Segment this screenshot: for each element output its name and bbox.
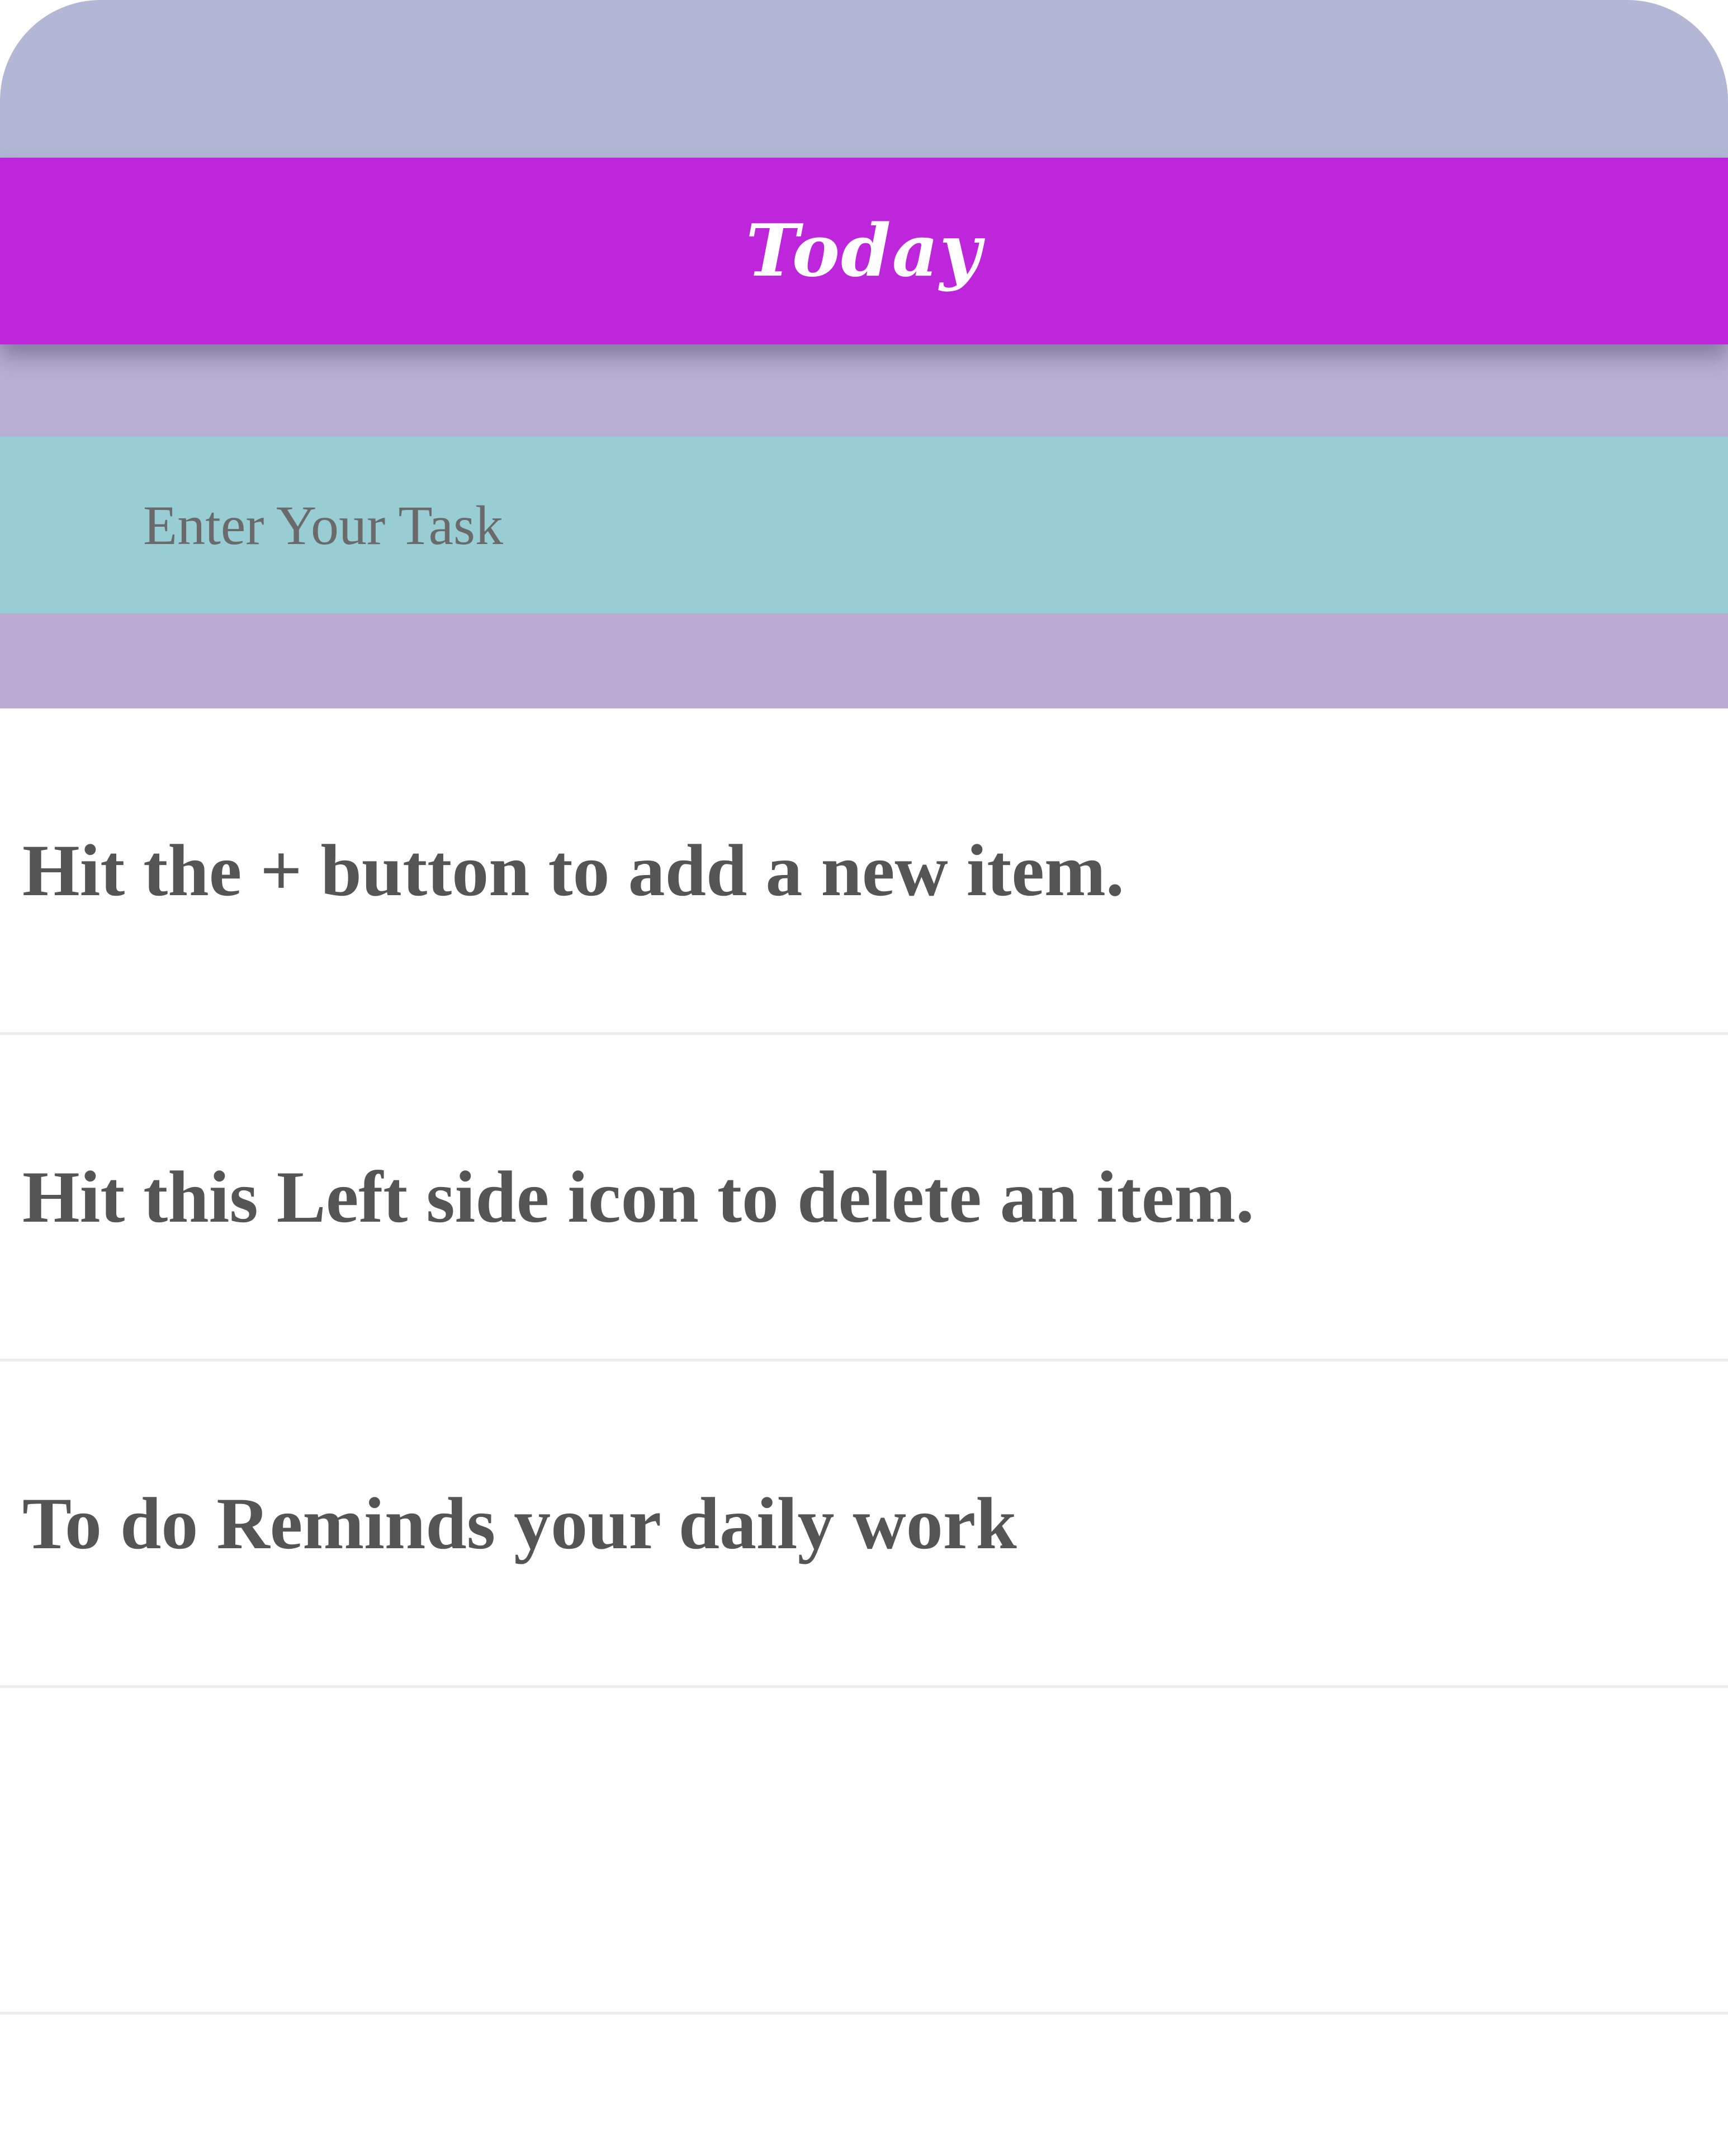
task-item[interactable]: Hit the + button to add a new item. bbox=[0, 708, 1728, 1035]
header-gap bbox=[0, 344, 1728, 437]
page-title: Today bbox=[746, 209, 982, 293]
task-item[interactable]: Hit this Left side icon to delete an ite… bbox=[0, 1035, 1728, 1361]
task-text: Hit the + button to add a new item. bbox=[22, 829, 1124, 911]
task-input[interactable] bbox=[0, 437, 1728, 613]
task-input-row bbox=[0, 437, 1728, 613]
task-list: Hit the + button to add a new item. Hit … bbox=[0, 708, 1728, 2015]
header: Today bbox=[0, 158, 1728, 344]
task-item-empty[interactable] bbox=[0, 1688, 1728, 2015]
top-band bbox=[0, 0, 1728, 158]
todo-app: Today Hit the + button to add a new item… bbox=[0, 0, 1728, 2156]
task-text: Hit this Left side icon to delete an ite… bbox=[22, 1156, 1254, 1238]
task-item[interactable]: To do Reminds your daily work bbox=[0, 1361, 1728, 1688]
task-text: To do Reminds your daily work bbox=[22, 1482, 1017, 1564]
input-gap bbox=[0, 613, 1728, 708]
